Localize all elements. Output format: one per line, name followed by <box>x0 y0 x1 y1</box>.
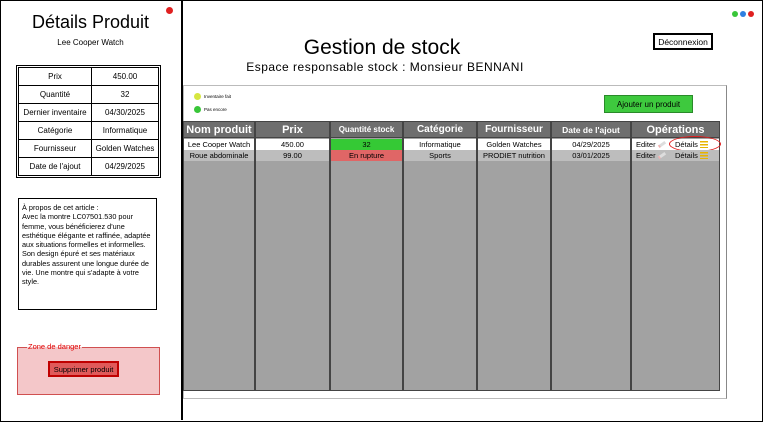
yellow-dot-icon <box>194 93 201 100</box>
green-dot-icon <box>194 106 201 113</box>
close-dot-icon[interactable] <box>166 7 173 14</box>
list-icon <box>699 152 708 159</box>
page-subtitle: Espace responsable stock : Monsieur BENN… <box>246 60 524 74</box>
product-properties-table: Prix 450.00 Quantité 32 Dernier inventaire… <box>16 65 161 178</box>
table-row-supplier: PRODIET nutrition <box>478 150 550 161</box>
page-title: Gestion de stock <box>303 36 461 59</box>
pencil-icon <box>657 140 666 149</box>
column-category <box>403 121 477 391</box>
property-row: Prix 450.00 <box>18 67 159 86</box>
table-row-supplier: Golden Watches <box>478 139 550 150</box>
details-link[interactable]: Détails <box>675 150 708 161</box>
property-row: Quantité 32 <box>18 85 159 104</box>
table-row-category: Informatique <box>404 139 476 150</box>
column-stock <box>330 121 403 391</box>
table-row-price: 99.00 <box>256 150 329 161</box>
product-panel-subtitle: Lee Cooper Watch <box>57 38 124 47</box>
stock-status-badge: En rupture <box>331 150 402 161</box>
product-panel-title: Détails Produit <box>31 12 150 32</box>
header-category: Catégorie <box>403 121 477 138</box>
close-dot-icon[interactable] <box>748 11 754 17</box>
add-product-button[interactable]: Ajouter un produit <box>604 95 693 113</box>
header-operations: Opérations <box>631 121 720 138</box>
logout-button[interactable]: Déconnexion <box>653 33 713 50</box>
legend-not-yet: Pas encore <box>194 106 227 113</box>
table-row-date: 04/29/2025 <box>552 139 630 150</box>
pencil-icon <box>657 151 666 160</box>
property-row: Fournisseur Golden Watches <box>18 139 159 158</box>
column-price <box>255 121 330 391</box>
column-supplier <box>477 121 551 391</box>
legend-inventory-done: Inventaire fait <box>194 93 231 100</box>
table-row-name: Roue abdominale <box>184 150 254 161</box>
header-stock: Quantité stock <box>330 121 403 138</box>
table-row-date: 03/01/2025 <box>552 150 630 161</box>
delete-product-button[interactable]: Supprimer produit <box>48 361 119 377</box>
product-description: À propos de cet article : Avec la montre… <box>18 198 157 310</box>
edit-link[interactable]: Editer <box>636 139 666 150</box>
table-row-name: Lee Cooper Watch <box>184 139 254 150</box>
header-date: Date de l'ajout <box>551 121 631 138</box>
window-controls <box>730 4 754 22</box>
stock-status-badge: 32 <box>331 139 402 150</box>
header-price: Prix <box>255 121 330 138</box>
table-row-category: Sports <box>404 150 476 161</box>
maximize-dot-icon[interactable] <box>732 11 738 17</box>
header-supplier: Fournisseur <box>477 121 551 138</box>
header-name: Nom produit <box>183 121 255 138</box>
property-row: Catégorie Informatique <box>18 121 159 140</box>
minimize-dot-icon[interactable] <box>740 11 746 17</box>
column-name <box>183 121 255 391</box>
property-row: Dernier inventaire 04/30/2025 <box>18 103 159 122</box>
danger-zone-label: Zone de danger <box>27 342 82 351</box>
column-operations <box>631 121 720 391</box>
edit-link[interactable]: Editer <box>636 150 666 161</box>
table-row-price: 450.00 <box>256 139 329 150</box>
column-date <box>551 121 631 391</box>
property-row: Date de l'ajout 04/29/2025 <box>18 157 159 176</box>
